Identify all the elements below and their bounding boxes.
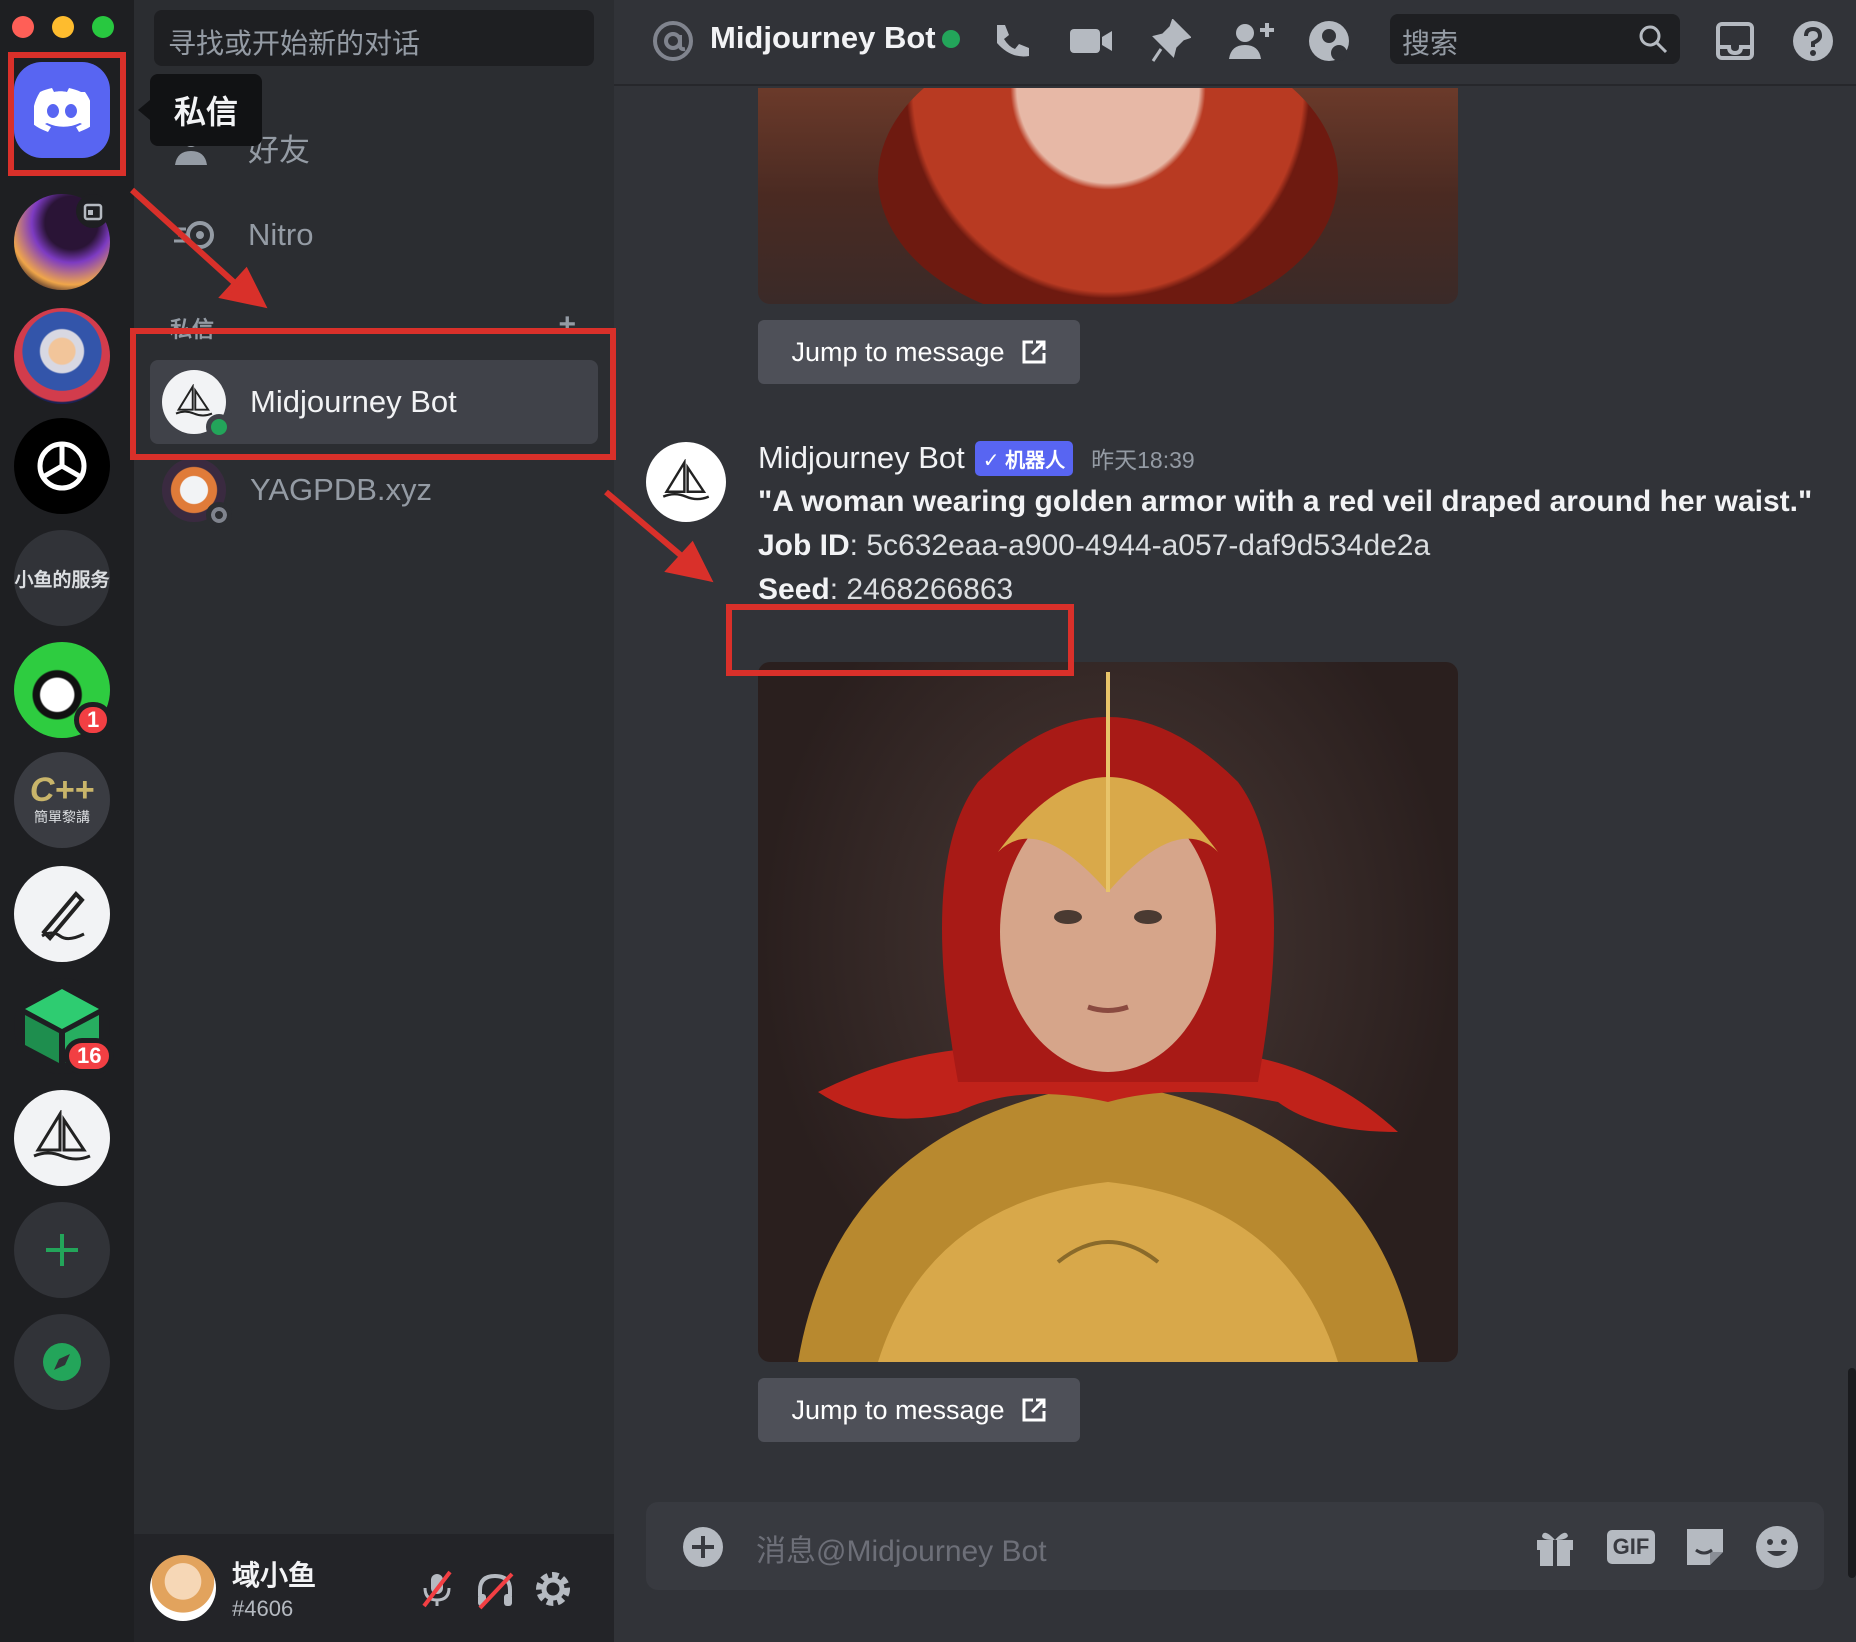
user-discriminator: #4606 [232, 1596, 294, 1621]
gif-button[interactable]: GIF [1606, 1524, 1656, 1570]
dm-section-header: 私信 + [170, 310, 576, 343]
server-rail: 小鱼的服务 1 C++ 簡單黎講 16 [0, 0, 134, 1642]
external-link-icon [1022, 340, 1046, 364]
video-call-icon[interactable] [1066, 16, 1116, 66]
server-midjourney[interactable] [14, 1090, 110, 1186]
message-seed: Seed: 2468266863 [758, 573, 1014, 606]
dm-sidebar: 寻找或开始新的对话 好友 Nitro 私信 + Midjourney Bot Y… [134, 0, 614, 1642]
home-tooltip: 私信 [137, 74, 263, 146]
server-text-label: 小鱼的服务 [14, 569, 110, 591]
cpp-server-sublabel: 簡單黎講 [34, 809, 90, 825]
message-author[interactable]: Midjourney Bot [758, 440, 965, 476]
add-attachment-icon[interactable] [680, 1524, 726, 1570]
dm-section-title: 私信 [170, 317, 215, 342]
message-job-id: Job ID: 5c632eaa-a900-4944-a057-daf9d534… [758, 529, 1431, 562]
server-wizard[interactable] [14, 308, 110, 404]
dm-item-yagpdb[interactable]: YAGPDB.xyz [150, 448, 598, 532]
explore-servers-button[interactable] [14, 1314, 110, 1410]
header-search-placeholder: 搜索 [1402, 28, 1459, 59]
user-profile-icon[interactable] [1304, 16, 1354, 66]
avatar [162, 370, 232, 440]
message-prompt: "A woman wearing golden armor with a red… [758, 485, 1813, 518]
portrait-image [878, 88, 1338, 304]
generated-image-attachment[interactable] [758, 662, 1458, 1362]
online-status-icon [206, 414, 232, 440]
at-sign-icon [648, 16, 698, 66]
cpp-server-label: C++ [29, 771, 95, 809]
voice-call-icon[interactable] [986, 16, 1036, 66]
external-link-icon [1022, 1398, 1046, 1422]
jump-to-message-button[interactable]: Jump to message [758, 1378, 1080, 1442]
nav-nitro[interactable]: Nitro [154, 200, 594, 270]
user-settings-gear-icon[interactable] [532, 1568, 574, 1610]
search-icon [1638, 24, 1668, 61]
jump-to-message-label: Jump to message [791, 1394, 1005, 1425]
message-content: "A woman wearing golden armor with a red… [758, 480, 1818, 612]
window-zoom-button[interactable] [92, 16, 114, 38]
message-timestamp: 昨天18:39 [1091, 447, 1195, 473]
jump-to-message-label: Jump to message [791, 336, 1005, 367]
compass-icon [43, 1343, 81, 1381]
header-search-input[interactable]: 搜索 [1390, 14, 1680, 64]
mute-microphone-icon[interactable] [416, 1568, 458, 1610]
message-composer[interactable]: 消息@Midjourney Bot GIF [646, 1502, 1824, 1590]
chat-scrollbar[interactable] [1848, 1368, 1856, 1578]
window-minimize-button[interactable] [52, 16, 74, 38]
gif-label: GIF [1606, 1530, 1656, 1564]
gift-icon[interactable] [1532, 1524, 1578, 1570]
openai-logo-icon [37, 441, 87, 491]
sailboat-icon [175, 384, 213, 417]
channel-header: Midjourney Bot 搜索 [614, 0, 1856, 86]
jump-to-message-button[interactable]: Jump to message [758, 320, 1080, 384]
user-info[interactable]: 域小鱼 #4606 [232, 1554, 316, 1622]
unread-badge: 1 [74, 702, 113, 738]
avatar [162, 458, 232, 528]
server-cpp[interactable]: C++ 簡單黎講 [14, 752, 110, 848]
golden-armor-woman-image [798, 672, 1418, 1362]
sailboat-icon [662, 459, 710, 501]
plus-icon [46, 1234, 78, 1266]
server-pen[interactable] [14, 866, 110, 962]
nitro-icon [166, 206, 224, 264]
deafen-headphones-icon[interactable] [474, 1568, 516, 1610]
server-openai[interactable] [14, 418, 110, 514]
online-status-icon [942, 30, 960, 48]
unread-badge: 16 [64, 1038, 115, 1074]
inbox-icon[interactable] [1710, 16, 1760, 66]
channel-title: Midjourney Bot [710, 20, 936, 55]
previous-image-attachment[interactable] [758, 88, 1458, 304]
username: 域小鱼 [232, 1560, 317, 1591]
composer-placeholder: 消息@Midjourney Bot [756, 1535, 1047, 1568]
message-header: Midjourney Bot ✓ 机器人 昨天18:39 [758, 440, 1195, 476]
avatar[interactable] [646, 442, 726, 522]
event-icon [76, 194, 110, 228]
window-close-button[interactable] [12, 16, 34, 38]
discord-logo-icon [34, 88, 90, 132]
home-button[interactable] [14, 62, 110, 158]
offline-status-icon [206, 502, 232, 528]
add-friend-icon[interactable] [1226, 16, 1276, 66]
add-server-button[interactable] [14, 1202, 110, 1298]
dm-search-input[interactable]: 寻找或开始新的对话 [154, 10, 594, 66]
nav-nitro-label: Nitro [248, 217, 314, 252]
create-dm-button[interactable]: + [558, 310, 576, 342]
dm-item-label: Midjourney Bot [250, 384, 457, 419]
chat-area: Jump to message Midjourney Bot ✓ 机器人 昨天1… [614, 88, 1856, 1642]
dm-item-label: YAGPDB.xyz [250, 472, 433, 507]
server-text[interactable]: 小鱼的服务 [14, 530, 110, 626]
pen-icon [41, 891, 85, 941]
sticker-icon[interactable] [1682, 1524, 1728, 1570]
sailboat-icon [33, 1110, 91, 1161]
pin-icon[interactable] [1146, 16, 1196, 66]
dm-item-midjourney-bot[interactable]: Midjourney Bot [150, 360, 598, 444]
emoji-icon[interactable] [1754, 1524, 1800, 1570]
user-panel: 域小鱼 #4606 [134, 1534, 614, 1642]
avatar[interactable] [150, 1555, 216, 1621]
bot-tag-badge: ✓ 机器人 [974, 440, 1074, 476]
help-icon[interactable] [1788, 16, 1838, 66]
